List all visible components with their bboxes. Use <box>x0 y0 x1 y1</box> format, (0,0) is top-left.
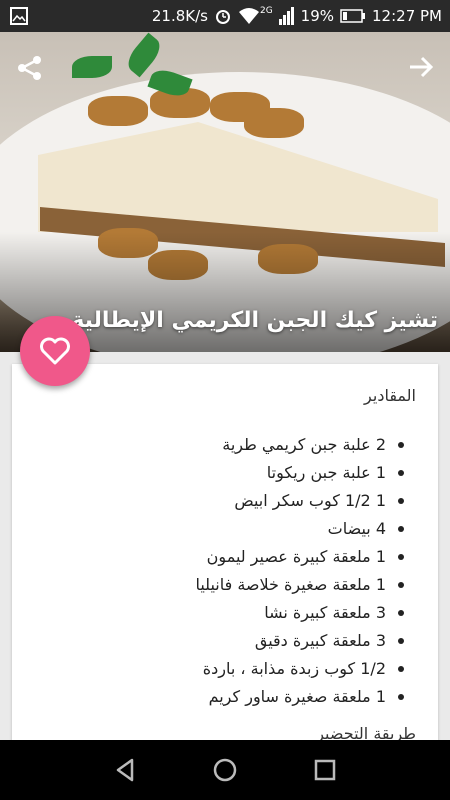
heart-icon <box>40 337 70 365</box>
network-type: 2G <box>259 6 273 16</box>
home-icon[interactable] <box>211 756 239 784</box>
list-item: 1 ملعقة صغيرة ساور كريم <box>195 683 404 711</box>
favorite-button[interactable] <box>20 316 90 386</box>
recipe-title: تشيز كيك الجبن الكريمي الإيطالية <box>71 308 438 333</box>
battery-icon <box>340 9 366 23</box>
recipe-subtitle: - <box>434 350 438 352</box>
list-item: 1 علبة جبن ريكوتا <box>195 459 404 487</box>
alarm-icon <box>215 10 230 24</box>
list-item: 1 1/2 كوب سكر ابيض <box>195 487 404 515</box>
list-item: 4 بيضات <box>195 515 404 543</box>
system-navigation-bar <box>0 740 450 800</box>
list-item: 1/2 كوب زبدة مذابة ، باردة <box>195 655 404 683</box>
gallery-icon <box>10 7 28 25</box>
list-item: 2 علبة جبن كريمي طرية <box>195 431 404 459</box>
status-bar: 21.8K/s 2G 19% 12:27 PM <box>0 0 450 32</box>
signal-icon <box>278 7 294 25</box>
mint-leaf-decoration <box>72 56 112 78</box>
battery-percent: 19% <box>300 7 335 25</box>
walnut-decoration <box>244 108 304 138</box>
list-item: 3 ملعقة كبيرة نشا <box>195 599 404 627</box>
ingredients-heading: المقادير <box>364 386 416 405</box>
network-speed: 21.8K/s <box>151 7 208 25</box>
clock: 12:27 PM <box>372 7 442 25</box>
list-item: 1 ملعقة صغيرة خلاصة فانيليا <box>195 571 404 599</box>
forward-arrow-icon[interactable] <box>406 52 436 82</box>
recipe-content-card: المقادير 2 علبة جبن كريمي طرية 1 علبة جب… <box>12 364 438 744</box>
list-item: 3 ملعقة كبيرة دقيق <box>195 627 404 655</box>
share-icon[interactable] <box>16 54 44 82</box>
wifi-icon <box>238 8 259 24</box>
recent-apps-icon[interactable] <box>311 756 339 784</box>
recipe-hero-image: تشيز كيك الجبن الكريمي الإيطالية - <box>0 32 450 352</box>
ingredients-list: 2 علبة جبن كريمي طرية 1 علبة جبن ريكوتا … <box>195 431 404 711</box>
walnut-decoration <box>88 96 148 126</box>
list-item: 1 ملعقة كبيرة عصير ليمون <box>195 543 404 571</box>
back-icon[interactable] <box>112 756 140 784</box>
